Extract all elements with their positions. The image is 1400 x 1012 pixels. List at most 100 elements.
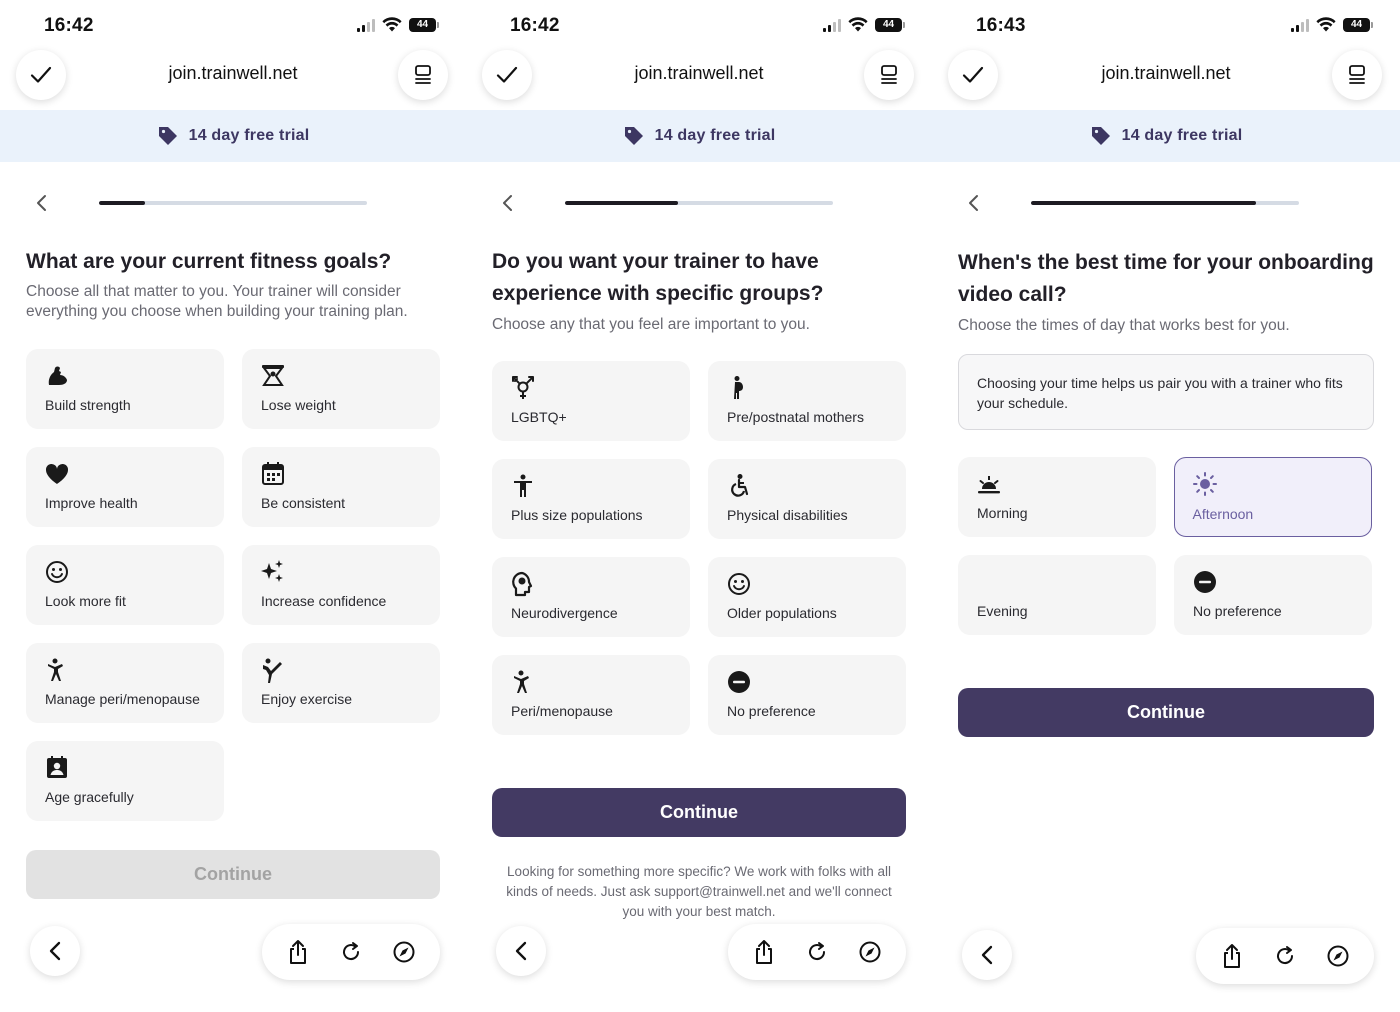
compass-button[interactable] [1320,938,1356,974]
woman-figure-icon [44,657,70,683]
question-title: Do you want your trainer to have experie… [492,250,824,305]
option-pre-postnatal-mothers[interactable]: Pre/postnatal mothers [708,361,906,441]
free-trial-banner: 14 day free trial [0,110,466,162]
option-no-preference[interactable]: No preference [708,655,906,735]
brain-head-icon [510,571,536,597]
browser-back-button[interactable] [496,926,546,976]
browser-actions-pill [262,924,440,980]
browser-url-bar: join.trainwell.net [0,48,466,104]
option-be-consistent[interactable]: Be consistent [242,447,440,527]
step-back-button[interactable] [496,192,518,214]
option-afternoon[interactable]: Afternoon [1174,457,1372,537]
step-back-button[interactable] [30,192,52,214]
url-text[interactable]: join.trainwell.net [466,63,932,84]
chevron-left-icon [981,945,993,965]
question-title: When's the best time for your onboarding… [958,251,1374,306]
option-evening[interactable]: Evening [958,555,1156,635]
share-button[interactable] [1214,938,1250,974]
reader-icon [1349,65,1365,84]
pregnant-woman-icon [726,375,752,401]
progress-bar [565,201,833,205]
sparkles-icon [260,559,286,585]
question-subtitle: Choose the times of day that works best … [958,317,1290,334]
status-time: 16:42 [44,15,94,36]
browser-back-button[interactable] [962,930,1012,980]
progress-fill [565,201,678,205]
option-lgbtq[interactable]: LGBTQ+ [492,361,690,441]
share-icon [1224,944,1241,968]
price-tag-icon [1091,127,1110,145]
option-neurodivergence[interactable]: Neurodivergence [492,557,690,637]
step-back-button[interactable] [962,192,984,214]
question-subtitle: Choose any that you feel are important t… [492,316,810,333]
heart-icon [44,461,70,487]
compass-button[interactable] [386,934,422,970]
reload-button[interactable] [333,934,369,970]
free-trial-banner: 14 day free trial [932,110,1400,162]
reload-button[interactable] [799,934,835,970]
option-peri-menopause[interactable]: Peri/menopause [492,655,690,735]
browser-toolbar [932,918,1400,988]
options-grid: Build strength Lose weight Improve healt… [26,349,440,821]
status-time: 16:43 [976,15,1026,36]
woman-figure-icon [510,669,536,695]
scale-icon [260,363,286,389]
free-trial-text: 14 day free trial [1121,127,1243,144]
url-text[interactable]: join.trainwell.net [0,63,466,84]
continue-button[interactable]: Continue [492,788,906,837]
reader-icon [415,65,431,84]
share-button[interactable] [280,934,316,970]
status-bar: 16:43 44 [932,0,1400,52]
option-build-strength[interactable]: Build strength [26,349,224,429]
option-increase-confidence[interactable]: Increase confidence [242,545,440,625]
browser-back-button[interactable] [30,926,80,976]
progress-bar [1031,201,1299,205]
share-button[interactable] [746,934,782,970]
flexed-biceps-icon [44,363,70,389]
minus-circle-icon [726,669,752,695]
wheelchair-icon [726,473,752,499]
option-older-populations[interactable]: Older populations [708,557,906,637]
reload-icon [808,942,825,961]
browser-actions-pill [728,924,906,980]
continue-button[interactable]: Continue [26,850,440,899]
option-plus-size-populations[interactable]: Plus size populations [492,459,690,539]
reader-mode-button[interactable] [1332,50,1382,100]
browser-actions-pill [1196,928,1374,984]
smiley-icon [726,571,752,597]
reload-icon [342,942,359,961]
screen-trainer-experience: 16:42 44 join.trainwell.net 14 day free … [466,0,932,1012]
sun-icon [1192,471,1218,497]
chevron-left-icon [49,941,61,961]
option-enjoy-exercise[interactable]: Enjoy exercise [242,643,440,723]
browser-toolbar [466,918,932,988]
price-tag-icon [158,127,177,145]
battery-icon: 44 [875,17,905,32]
reader-mode-button[interactable] [864,50,914,100]
question-title: What are your current fitness goals? [26,250,392,273]
continue-button[interactable]: Continue [958,688,1374,737]
progress-fill [1031,201,1257,205]
option-physical-disabilities[interactable]: Physical disabilities [708,459,906,539]
reload-button[interactable] [1267,938,1303,974]
reader-mode-button[interactable] [398,50,448,100]
kicking-figure-icon [260,657,286,683]
chevron-left-icon [515,941,527,961]
option-age-gracefully[interactable]: Age gracefully [26,741,224,821]
option-look-more-fit[interactable]: Look more fit [26,545,224,625]
progress-fill [99,201,145,205]
chevron-left-icon [37,195,46,211]
browser-url-bar: join.trainwell.net [466,48,932,104]
compass-button[interactable] [852,934,888,970]
browser-url-bar: join.trainwell.net [932,48,1400,104]
option-morning[interactable]: Morning [958,457,1156,537]
moon-icon [976,569,1002,595]
option-improve-health[interactable]: Improve health [26,447,224,527]
url-text[interactable]: join.trainwell.net [932,63,1400,84]
option-manage-peri-menopause[interactable]: Manage peri/menopause [26,643,224,723]
share-icon [290,940,307,964]
option-no-preference[interactable]: No preference [1174,555,1372,635]
smiley-icon [44,559,70,585]
option-lose-weight[interactable]: Lose weight [242,349,440,429]
support-footnote: Looking for something more specific? We … [506,864,892,919]
